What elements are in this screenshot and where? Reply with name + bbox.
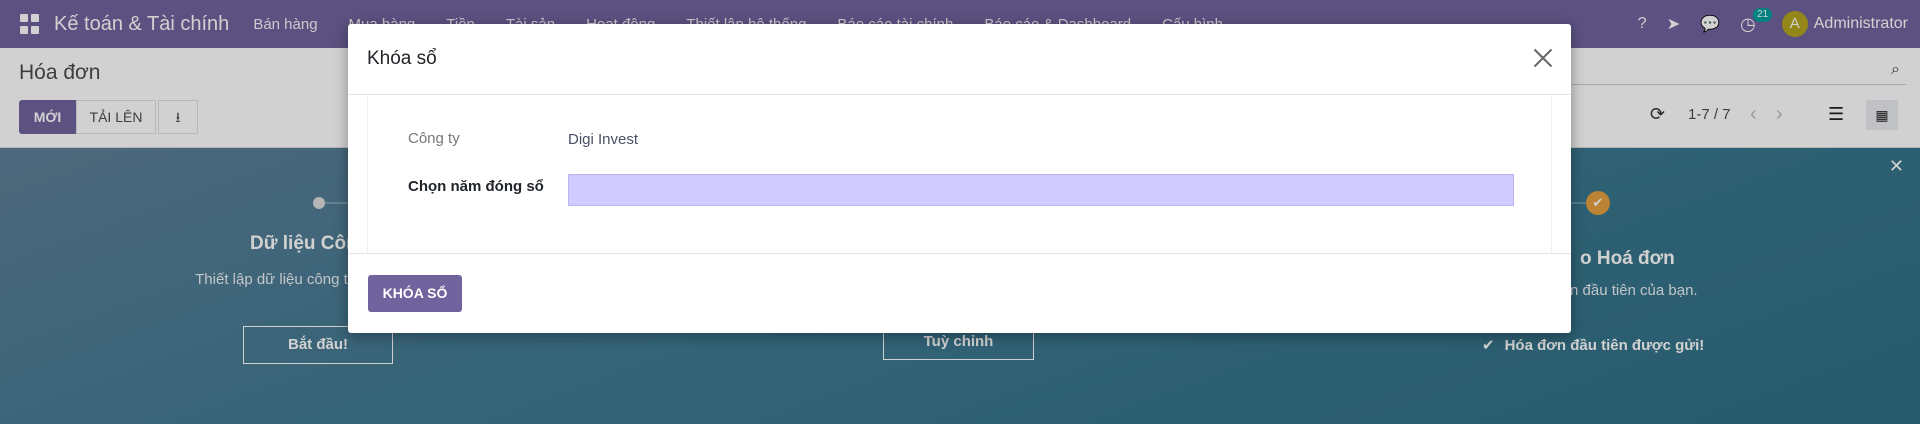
company-value[interactable]: Digi Invest <box>568 131 638 148</box>
lock-books-button[interactable]: KHÓA SỔ <box>368 275 462 312</box>
closing-year-label: Chọn năm đóng sổ <box>408 178 544 195</box>
dialog-header: Khóa sổ <box>348 24 1571 95</box>
close-icon[interactable] <box>1533 48 1553 68</box>
closing-year-field[interactable] <box>568 174 1514 206</box>
dialog-footer: KHÓA SỔ <box>348 253 1571 333</box>
lock-books-dialog: Khóa sổ Công ty Digi Invest Chọn năm đón… <box>348 24 1571 333</box>
dialog-body: Công ty Digi Invest Chọn năm đóng sổ <box>367 96 1552 253</box>
company-label: Công ty <box>408 130 460 147</box>
dialog-title: Khóa sổ <box>367 48 437 69</box>
